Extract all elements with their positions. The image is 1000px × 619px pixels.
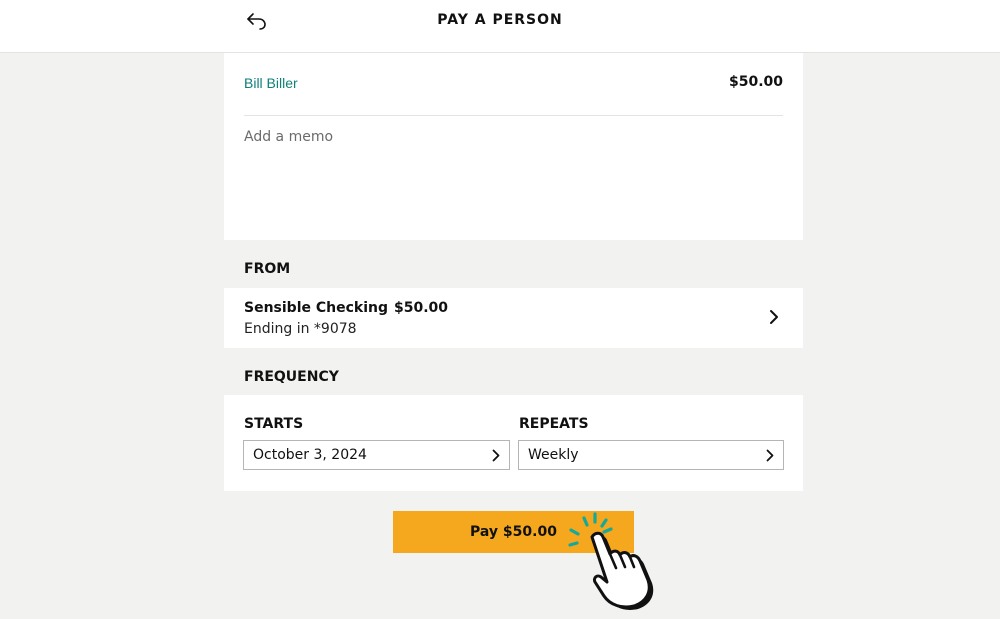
chevron-right-icon: [492, 449, 500, 462]
repeats-value: Weekly: [528, 447, 579, 463]
account-balance: $50.00: [394, 300, 449, 316]
top-bar: PAY A PERSON: [0, 0, 1000, 53]
memo-input[interactable]: [242, 127, 786, 231]
starts-date-select[interactable]: October 3, 2024: [243, 440, 510, 470]
payee-name[interactable]: Bill Biller: [244, 75, 298, 91]
chevron-right-icon: [770, 310, 778, 324]
account-summary: Sensible Checking $50.00: [244, 300, 448, 316]
divider: [244, 115, 783, 116]
starts-value: October 3, 2024: [253, 447, 367, 463]
from-section-label: FROM: [244, 261, 291, 277]
repeats-label: REPEATS: [519, 416, 589, 432]
account-ending: Ending in *9078: [244, 321, 357, 337]
starts-label: STARTS: [244, 416, 304, 432]
from-account-selector[interactable]: Sensible Checking $50.00 Ending in *9078: [224, 288, 803, 348]
pointing-hand-click-icon: [568, 512, 654, 610]
page-title: PAY A PERSON: [437, 12, 563, 28]
chevron-right-icon: [766, 449, 774, 462]
payment-amount: $50.00: [728, 74, 783, 90]
frequency-panel: STARTS October 3, 2024 REPEATS Weekly: [224, 395, 803, 491]
frequency-section-label: FREQUENCY: [244, 369, 339, 385]
repeats-select[interactable]: Weekly: [518, 440, 784, 470]
account-name: Sensible Checking: [244, 300, 388, 316]
payee-panel: Bill Biller $50.00: [224, 53, 803, 240]
